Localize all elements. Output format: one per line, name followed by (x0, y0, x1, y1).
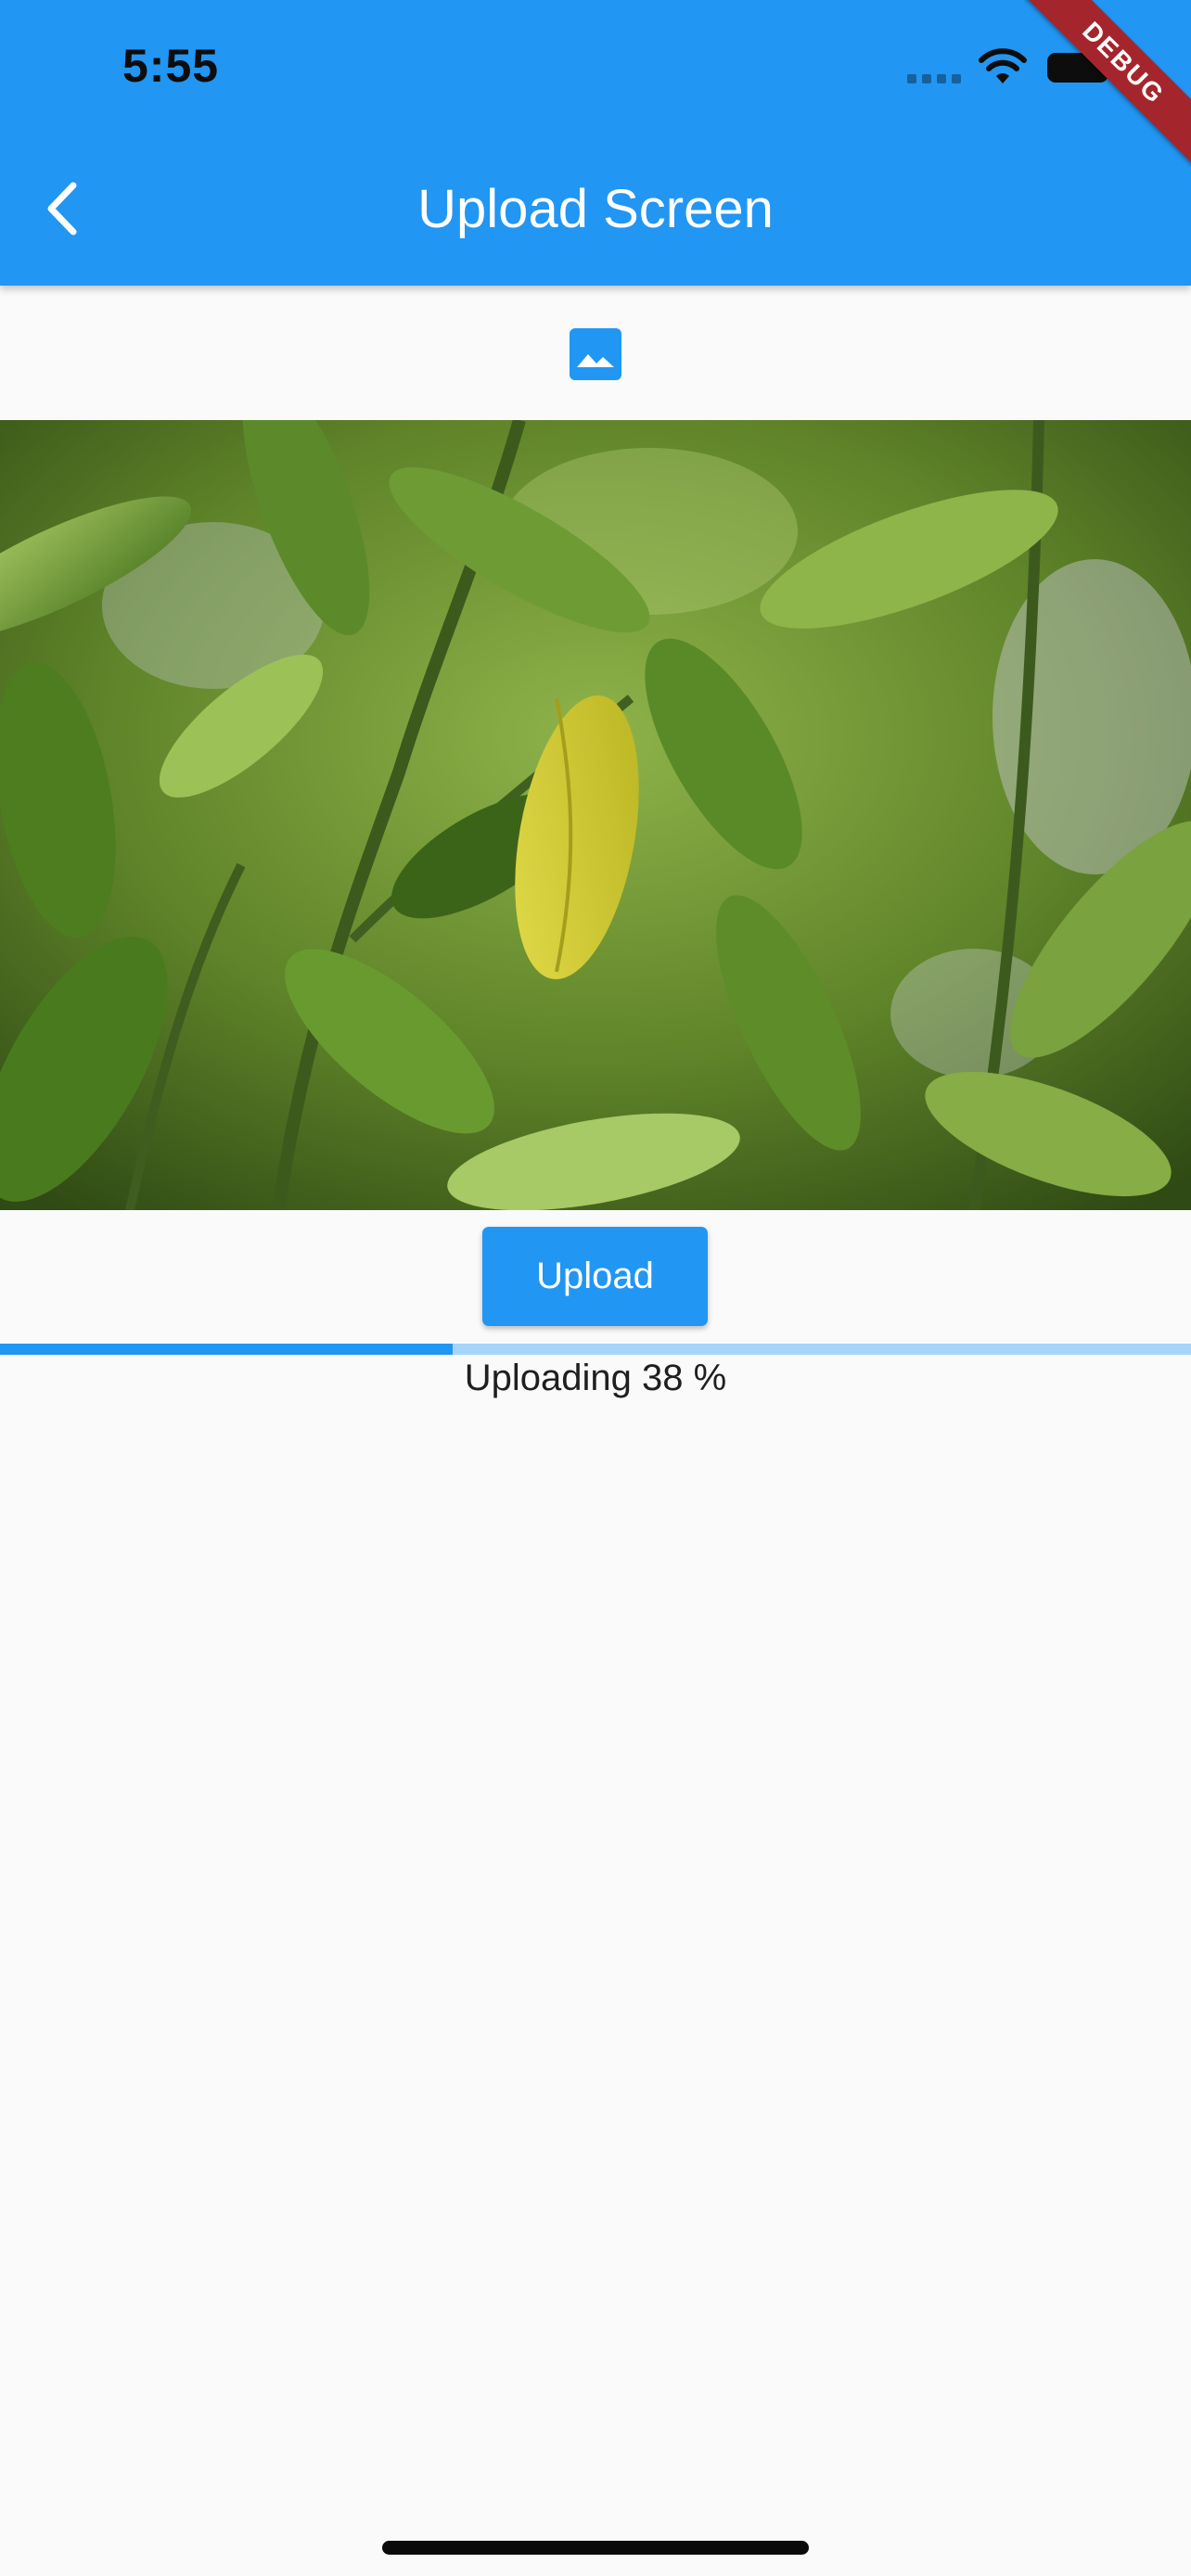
battery-icon (1046, 50, 1117, 85)
pick-image-button[interactable] (547, 306, 644, 402)
home-indicator[interactable] (382, 2541, 809, 2555)
upload-button[interactable]: Upload (482, 1227, 708, 1326)
page-title: Upload Screen (417, 179, 774, 239)
preview-image (0, 420, 1191, 1210)
upload-progress-text: Uploading 38 % (464, 1358, 727, 1398)
image-icon (570, 328, 621, 380)
wifi-icon (978, 46, 1028, 85)
app-bar: 5:55 Upload Screen (0, 0, 1191, 286)
status-time: 5:55 (122, 40, 220, 92)
cellular-signal-icon (907, 74, 963, 85)
